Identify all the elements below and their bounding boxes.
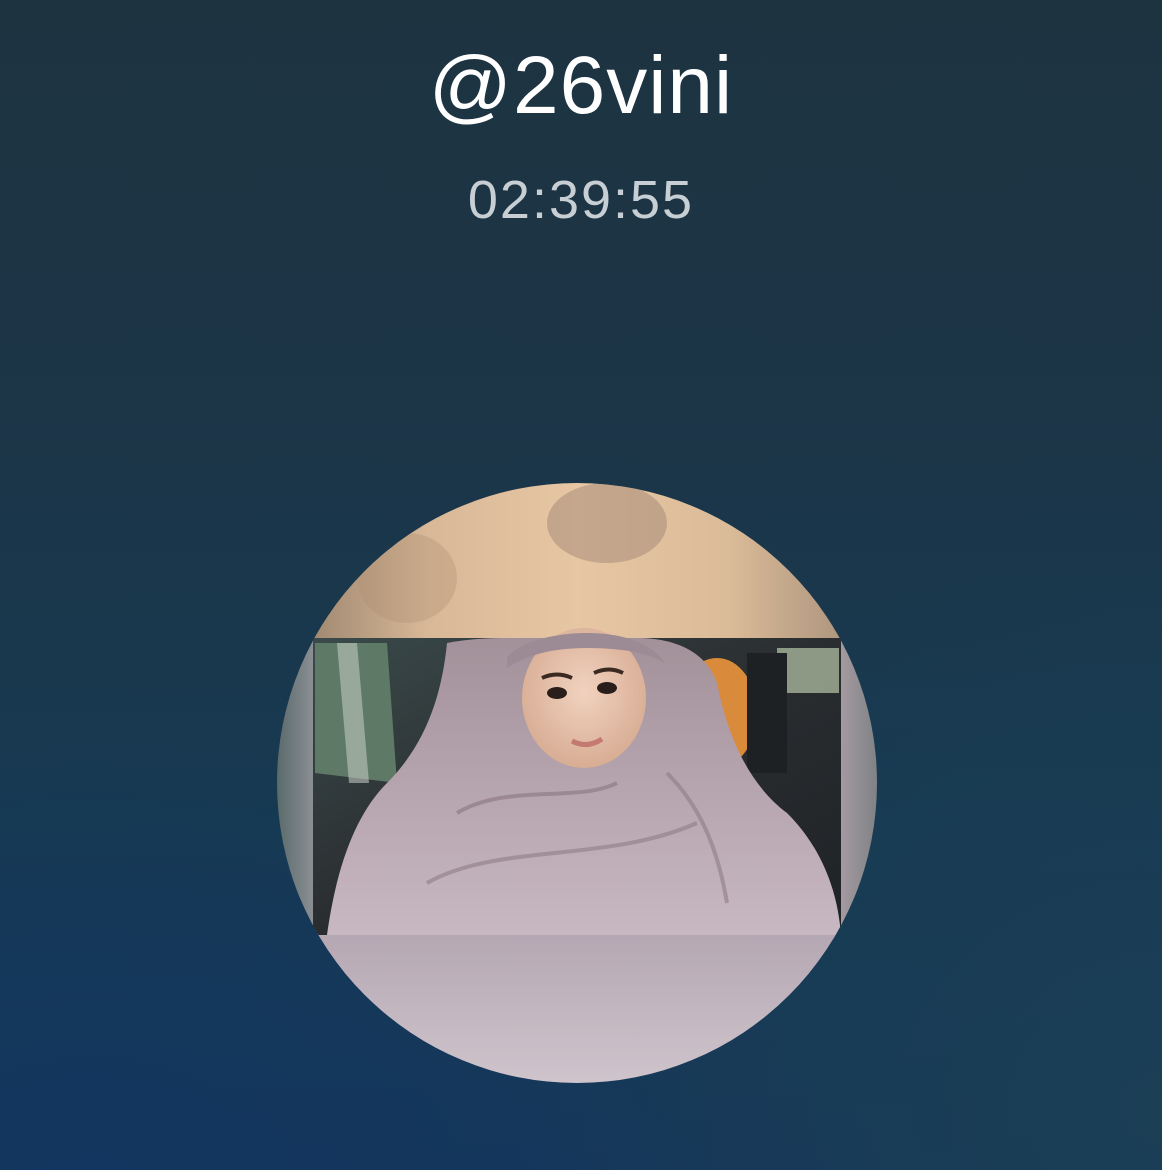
call-duration-timer: 02:39:55 — [467, 170, 695, 230]
avatar-photo — [277, 483, 877, 1083]
photo-frame — [313, 628, 841, 935]
caller-avatar[interactable] — [277, 483, 877, 1083]
call-screen: @26vini 02:39:55 — [0, 0, 1162, 1170]
caller-name: @26vini — [428, 40, 734, 131]
